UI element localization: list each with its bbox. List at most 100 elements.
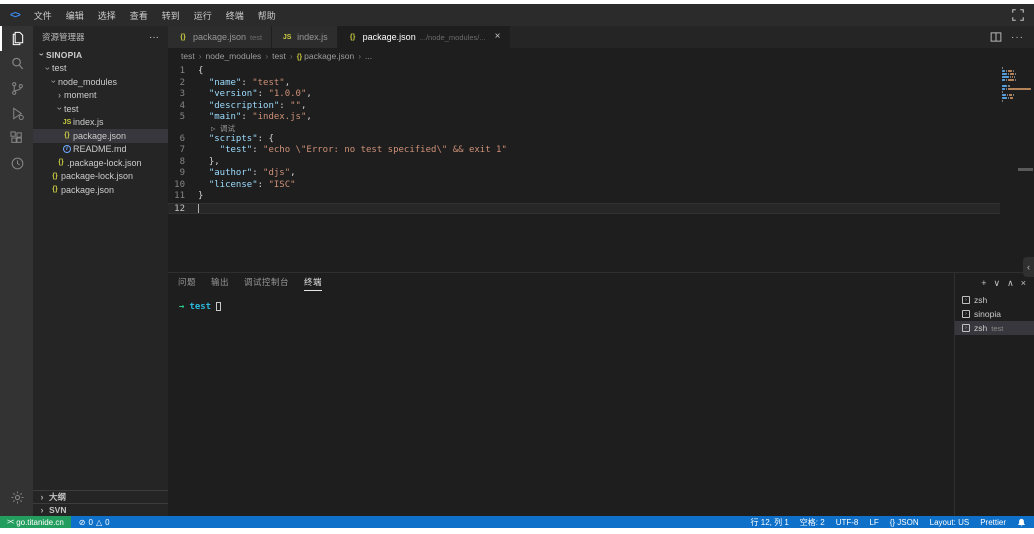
new-terminal-icon[interactable]: + [981,279,986,288]
json-file-icon: {} [49,173,61,180]
terminal-list-pane: +∨∧× ›zsh›sinopia›zshtest [954,273,1034,516]
code-line: 6 "scripts": { [168,134,1000,146]
tab-hint: .../node_modules/... [420,33,486,42]
editor-tab[interactable]: {}package.json.../node_modules/...× [338,26,511,48]
tree-item[interactable]: JSindex.js [33,116,168,130]
editor-group: {}package.jsontestJSindex.js{}package.js… [168,26,1034,516]
code-line: 12 [168,203,1000,215]
sidebar-more-icon[interactable]: ··· [149,32,159,43]
json-file-icon: {} [49,186,61,193]
panel-tab[interactable]: 终端 [304,276,322,291]
errors-count: 0 [88,518,92,527]
timeline-icon[interactable] [0,151,33,176]
terminal-list-item[interactable]: ›sinopia [955,307,1034,321]
status-item[interactable]: Layout: US [930,518,970,527]
tree-item[interactable]: ›SINOPIA [33,48,168,62]
app-logo-icon: <> [10,10,20,21]
breadcrumb-item[interactable]: test [181,51,195,61]
settings-icon[interactable] [0,485,33,510]
explorer-icon[interactable] [0,26,33,51]
chevron-right-icon: › [38,493,46,502]
sidebar-section-大纲[interactable]: ›大纲 [33,490,168,503]
sidebar-section-svn[interactable]: ›SVN [33,503,168,516]
tree-item[interactable]: ›test [33,62,168,76]
code-line: 8 }, [168,157,1000,169]
warnings-icon: △ [96,518,102,527]
terminal-icon: › [962,310,970,318]
terminal-icon: › [962,324,970,332]
search-icon[interactable] [0,51,33,76]
line-number: 2 [168,78,198,90]
tree-item-label: package.json [73,131,126,141]
editor-tab[interactable]: {}package.jsontest [168,26,272,48]
code-line: 11} [168,191,1000,203]
source-control-icon[interactable] [0,76,33,101]
menu-item[interactable]: 转到 [162,9,180,22]
json-file-icon: {} [177,34,189,41]
breadcrumb-item[interactable]: test [272,51,286,61]
menu-bar: 文件 编辑 选择 查看 转到 运行 终端 帮助 [34,9,276,22]
tree-item[interactable]: {}.package-lock.json [33,156,168,170]
panel-tab[interactable]: 问题 [178,276,196,291]
menu-item[interactable]: 编辑 [66,9,84,22]
status-item[interactable]: LF [869,518,878,527]
extensions-icon[interactable] [0,126,33,151]
activity-bar [0,26,33,516]
json-file-icon: {} [61,132,73,139]
status-item[interactable]: Prettier [980,518,1006,527]
tree-item[interactable]: {}package-lock.json [33,170,168,184]
tab-label: index.js [297,32,328,42]
tree-item[interactable]: {}package.json [33,129,168,143]
split-editor-icon[interactable] [990,31,1002,43]
code-editor[interactable]: 1{2 "name": "test",3 "version": "1.0.0",… [168,64,1034,272]
panel-tab-bar: 问题输出调试控制台终端 [168,273,954,295]
codelens-debug-action[interactable]: ▷ 调试 [168,124,1000,134]
tree-item[interactable]: ›test [33,102,168,116]
panel-tab[interactable]: 调试控制台 [244,276,289,291]
maximize-panel-icon[interactable]: ∧ [1007,279,1014,288]
menu-item[interactable]: 帮助 [258,9,276,22]
menu-item[interactable]: 选择 [98,9,116,22]
menu-item[interactable]: 查看 [130,9,148,22]
tree-item[interactable]: {}package.json [33,183,168,197]
close-panel-icon[interactable]: × [1021,279,1026,288]
status-item[interactable]: 空格: 2 [800,517,825,528]
terminal-name: zsh [974,295,987,305]
breadcrumb-item[interactable]: ... [365,51,372,61]
tree-item-label: package-lock.json [61,171,133,181]
tree-item[interactable]: ›moment [33,89,168,103]
status-item[interactable]: UTF-8 [836,518,859,527]
line-number: 6 [168,134,198,146]
remote-indicator[interactable]: >< go.titanide.cn [0,516,71,528]
terminal-output[interactable]: →test [168,295,954,516]
status-item[interactable]: 行 12, 列 1 [751,517,789,528]
problems-status[interactable]: ⊘ 0 △ 0 [79,518,110,527]
status-item[interactable]: {} JSON [890,518,919,527]
bottom-panel: ‹ 问题输出调试控制台终端 →test +∨∧× ›zsh›sinopia›zs… [168,272,1034,516]
editor-tab[interactable]: JSindex.js [272,26,338,48]
code-line: 9 "author": "djs", [168,168,1000,180]
run-debug-icon[interactable] [0,101,33,126]
breadcrumb-item[interactable]: {} package.json [297,51,355,61]
tree-item[interactable]: ›node_modules [33,75,168,89]
code-content: 1{2 "name": "test",3 "version": "1.0.0",… [168,64,1000,272]
fullscreen-icon[interactable] [1012,9,1024,21]
breadcrumb-separator: › [290,51,293,61]
menu-item[interactable]: 运行 [194,9,212,22]
terminal-list-item[interactable]: ›zshtest [955,321,1034,335]
close-icon[interactable]: × [495,32,501,42]
panel-collapse-handle[interactable]: ‹ [1023,257,1034,277]
tree-item[interactable]: iREADME.md [33,143,168,157]
terminal-name: zsh [974,323,987,333]
scrollbar-thumb[interactable] [1018,168,1033,171]
panel-tab[interactable]: 输出 [211,276,229,291]
menu-item[interactable]: 文件 [34,9,52,22]
terminal-icon: › [962,296,970,304]
menu-item[interactable]: 终端 [226,9,244,22]
section-label: SVN [49,505,66,515]
editor-more-actions-icon[interactable]: ··· [1011,32,1024,43]
terminal-list-item[interactable]: › zsh [955,293,1034,307]
terminal-dropdown-icon[interactable]: ∨ [994,279,1001,288]
notifications-bell-icon[interactable] [1017,518,1026,527]
breadcrumb-item[interactable]: node_modules [206,51,262,61]
